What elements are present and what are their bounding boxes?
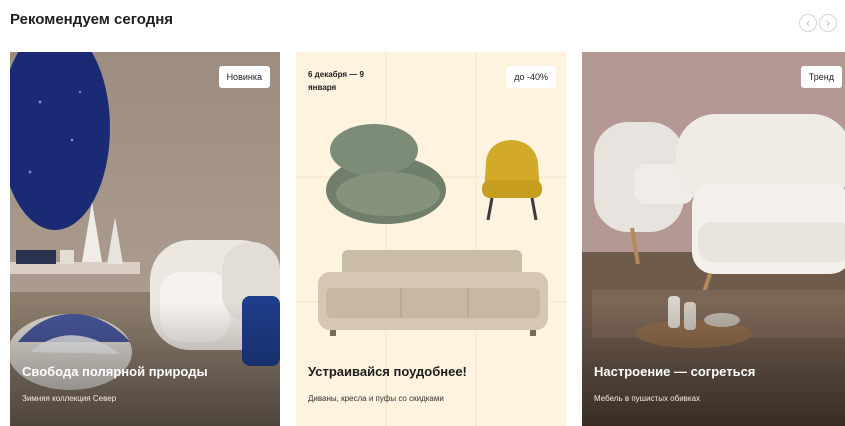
card-title: Свобода полярной природы bbox=[22, 364, 208, 379]
promo-date-range: 6 декабря — 9 января bbox=[308, 70, 364, 92]
card-subtitle: Диваны, кресла и пуфы со скидками bbox=[308, 394, 444, 403]
card-title: Настроение — согреться bbox=[594, 364, 756, 379]
chevron-left-icon[interactable]: ‹ bbox=[799, 14, 817, 32]
badge-discount: до -40% bbox=[506, 66, 556, 88]
section-header: Рекомендуем сегодня ‹ › bbox=[10, 10, 837, 34]
carousel-nav: ‹ › bbox=[799, 14, 837, 32]
promo-card-sale[interactable]: 6 декабря — 9 января до -40% Устраивайся… bbox=[296, 52, 566, 426]
chevron-right-icon[interactable]: › bbox=[819, 14, 837, 32]
card-title: Устраивайся поудобнее! bbox=[308, 364, 467, 379]
badge-new: Новинка bbox=[218, 66, 270, 88]
promo-carousel: Новинка Свобода полярной природы Зимняя … bbox=[10, 52, 845, 426]
card-subtitle: Зимняя коллекция Север bbox=[22, 394, 117, 403]
promo-card-cozy-trend[interactable]: Тренд Настроение — согреться Мебель в пу… bbox=[582, 52, 845, 426]
badge-trend: Тренд bbox=[800, 66, 842, 88]
section-title: Рекомендуем сегодня bbox=[10, 11, 174, 28]
promo-card-polar-nature[interactable]: Новинка Свобода полярной природы Зимняя … bbox=[10, 52, 280, 426]
card-subtitle: Мебель в пушистых обивках bbox=[594, 394, 701, 403]
